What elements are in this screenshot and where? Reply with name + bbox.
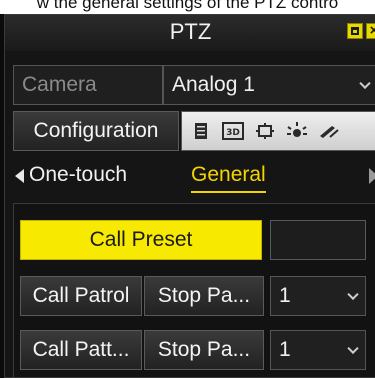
- chevron-down-icon: [347, 342, 359, 355]
- tab-bar: One-touch General: [13, 159, 375, 193]
- pattern-number-value: 1: [279, 338, 291, 361]
- svg-text:3D: 3D: [226, 128, 240, 138]
- general-panel: Call Preset Call Patrol Stop Pa... 1 Cal…: [13, 203, 375, 377]
- title-bar[interactable]: PTZ ×: [5, 15, 375, 51]
- configuration-button[interactable]: Configuration: [13, 111, 179, 151]
- list-icon[interactable]: [190, 120, 212, 142]
- window-controls: ×: [347, 23, 375, 39]
- 3d-icon[interactable]: 3D: [222, 120, 244, 142]
- wiper-icon[interactable]: [318, 120, 340, 142]
- focus-frame-icon[interactable]: [254, 120, 276, 142]
- stop-pattern-button[interactable]: Stop Pa...: [144, 330, 264, 370]
- camera-row: Camera Analog 1: [13, 65, 375, 105]
- configuration-row: Configuration 3D: [13, 111, 375, 151]
- tab-one-touch[interactable]: One-touch: [29, 159, 127, 191]
- patrol-number-select[interactable]: 1: [270, 276, 366, 316]
- call-patrol-button[interactable]: Call Patrol: [20, 276, 142, 316]
- camera-label: Camera: [13, 65, 163, 105]
- camera-select-value: Analog 1: [172, 73, 255, 96]
- close-icon[interactable]: ×: [366, 23, 375, 39]
- call-pattern-button[interactable]: Call Patt...: [20, 330, 142, 370]
- chevron-down-icon: [347, 288, 359, 301]
- call-preset-button[interactable]: Call Preset: [20, 220, 262, 260]
- chevron-down-icon: [359, 77, 371, 90]
- tab-scroll-right-icon[interactable]: [369, 168, 375, 184]
- stop-patrol-button[interactable]: Stop Pa...: [144, 276, 264, 316]
- caption-text: w the general settings of the PTZ contro: [0, 0, 375, 14]
- ptz-toolbar: 3D: [181, 111, 375, 151]
- patrol-number-value: 1: [279, 284, 291, 307]
- preset-number-field[interactable]: [270, 220, 366, 260]
- light-icon[interactable]: [286, 120, 308, 142]
- ptz-dialog: PTZ × Camera Analog 1 Configuration: [4, 14, 375, 378]
- pattern-number-select[interactable]: 1: [270, 330, 366, 370]
- window-title: PTZ: [169, 19, 212, 44]
- minimize-icon[interactable]: [347, 23, 363, 39]
- tab-scroll-left-icon[interactable]: [15, 169, 24, 183]
- camera-select[interactable]: Analog 1: [163, 65, 375, 105]
- tab-general[interactable]: General: [191, 159, 266, 193]
